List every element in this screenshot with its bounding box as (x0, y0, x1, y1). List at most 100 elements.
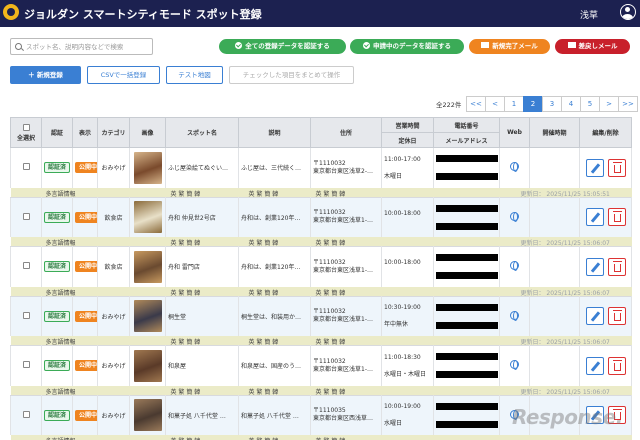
select-all-header[interactable]: 全選択 (10, 117, 42, 148)
display-badge[interactable]: 公開中 (75, 409, 97, 421)
spot-image[interactable] (133, 250, 162, 283)
col-phone: 電話番号 (433, 117, 500, 133)
desc-cell: 和泉屋は、国産のう… (238, 345, 311, 386)
globe-icon[interactable] (510, 360, 519, 371)
spot-image[interactable] (133, 201, 162, 234)
multilang-langs[interactable]: 英 繁 簡 韓 (171, 387, 201, 396)
page-button[interactable]: >> (618, 96, 638, 112)
display-badge[interactable]: 公開中 (75, 360, 97, 372)
display-badge[interactable]: 公開中 (75, 211, 97, 223)
delete-button[interactable] (607, 208, 626, 227)
globe-icon[interactable] (510, 211, 519, 222)
multilang-langs[interactable]: 英 繁 簡 韓 (316, 387, 346, 396)
multilang-langs[interactable]: 英 繁 簡 韓 (249, 337, 279, 346)
globe-icon[interactable] (510, 310, 519, 321)
edit-cell (579, 196, 632, 237)
edit-button[interactable] (585, 307, 604, 326)
new-complete-mail-button[interactable]: 新規完了メール (469, 39, 550, 54)
spot-image[interactable] (133, 399, 162, 432)
redacted-phone (436, 402, 498, 410)
display-badge[interactable]: 公開中 (75, 162, 97, 174)
row-checkbox[interactable] (22, 361, 30, 369)
test-map-button[interactable]: テスト地図 (166, 66, 223, 84)
multilang-langs[interactable]: 英 繁 簡 韓 (316, 238, 346, 247)
auth-badge[interactable]: 認証済 (44, 310, 71, 322)
approve-applying-button[interactable]: 申請中のデータを認証する (350, 39, 464, 54)
delete-button[interactable] (607, 307, 626, 326)
edit-button[interactable] (585, 208, 604, 227)
user-avatar-icon[interactable] (620, 4, 636, 20)
row-checkbox[interactable] (22, 262, 30, 270)
row-checkbox[interactable] (22, 212, 30, 220)
auth-badge[interactable]: 認証済 (44, 211, 71, 223)
page-button[interactable]: < (485, 96, 505, 112)
row-checkbox[interactable] (22, 311, 30, 319)
display-badge[interactable]: 公開中 (75, 310, 97, 322)
multilang-langs[interactable]: 英 繁 簡 韓 (316, 189, 346, 198)
auth-badge[interactable]: 認証済 (44, 162, 71, 174)
new-register-button[interactable]: ＋ 新規登録 (10, 66, 81, 84)
delete-button[interactable] (607, 356, 626, 375)
total-count: 全222件 (436, 101, 462, 109)
hours-cell: 10:00-18:00 (381, 196, 434, 237)
col-period: 開催時期 (529, 117, 580, 148)
page-button[interactable]: 2 (523, 96, 543, 112)
category-cell: おみやげ (97, 295, 130, 336)
multilang-langs[interactable]: 英 繁 簡 韓 (249, 288, 279, 297)
display-badge[interactable]: 公開中 (75, 261, 97, 273)
multilang-langs[interactable]: 英 繁 簡 韓 (249, 436, 279, 440)
multilang-langs[interactable]: 英 繁 簡 韓 (171, 436, 201, 440)
auth-badge[interactable]: 認証済 (44, 409, 71, 421)
delete-button[interactable] (607, 158, 626, 177)
page-button[interactable]: > (599, 96, 619, 112)
multilang-langs[interactable]: 英 繁 簡 韓 (316, 288, 346, 297)
multilang-langs[interactable]: 英 繁 簡 韓 (249, 387, 279, 396)
row-checkbox[interactable] (22, 163, 30, 171)
spot-image[interactable] (133, 349, 162, 382)
trash-icon (612, 310, 622, 322)
search-input[interactable] (26, 40, 148, 53)
multilang-langs[interactable]: 英 繁 簡 韓 (249, 238, 279, 247)
multilang-langs[interactable]: 英 繁 簡 韓 (171, 337, 201, 346)
redacted-phone (436, 353, 498, 361)
address-text: 東京都台東区浅草2-… (313, 167, 373, 175)
csv-import-button[interactable]: CSVで一括登録 (87, 66, 160, 84)
address-cell: 〒1110032 東京都台東区浅草2-… (310, 147, 382, 188)
web-cell (499, 246, 530, 287)
auth-badge[interactable]: 認証済 (44, 360, 71, 372)
bulk-action-button[interactable]: チェックした項目をまとめて操作 (229, 66, 354, 84)
multilang-langs[interactable]: 英 繁 簡 韓 (249, 189, 279, 198)
return-mail-button[interactable]: 差戻しメール (555, 39, 630, 54)
globe-icon[interactable] (510, 162, 519, 173)
edit-button[interactable] (585, 158, 604, 177)
updated-date: 更新日： 2025/11/25 15:06:07 (520, 240, 610, 247)
hours-text: 10:00-18:00 (384, 209, 421, 217)
approve-all-button[interactable]: 全ての登録データを認証する (219, 39, 346, 54)
edit-button[interactable] (585, 356, 604, 375)
multilang-langs[interactable]: 英 繁 簡 韓 (316, 337, 346, 346)
spot-image[interactable] (133, 300, 162, 333)
edit-button[interactable] (585, 257, 604, 276)
auth-cell: 認証済 (41, 295, 73, 336)
multilang-langs[interactable]: 英 繁 簡 韓 (171, 238, 201, 247)
contact-cell (433, 295, 500, 336)
page-button[interactable]: << (466, 96, 486, 112)
select-all-checkbox[interactable] (22, 123, 30, 131)
page-button[interactable]: 5 (580, 96, 600, 112)
image-cell (129, 147, 166, 188)
search-box[interactable] (10, 38, 153, 55)
delete-button[interactable] (607, 257, 626, 276)
hours-cell: 10:00-19:00 水曜日 (381, 394, 434, 435)
page-button[interactable]: 1 (504, 96, 524, 112)
auth-badge[interactable]: 認証済 (44, 261, 71, 273)
multilang-langs[interactable]: 英 繁 簡 韓 (171, 189, 201, 198)
multilang-langs[interactable]: 英 繁 簡 韓 (171, 288, 201, 297)
multilang-row: 多言語情報 英 繁 簡 韓 英 繁 簡 韓 英 繁 簡 韓 (10, 435, 632, 440)
spot-image[interactable] (133, 151, 162, 184)
redacted-phone (436, 303, 498, 311)
globe-icon[interactable] (510, 261, 519, 272)
page-button[interactable]: 3 (542, 96, 562, 112)
multilang-langs[interactable]: 英 繁 簡 韓 (316, 436, 346, 440)
row-checkbox[interactable] (22, 410, 30, 418)
page-button[interactable]: 4 (561, 96, 581, 112)
